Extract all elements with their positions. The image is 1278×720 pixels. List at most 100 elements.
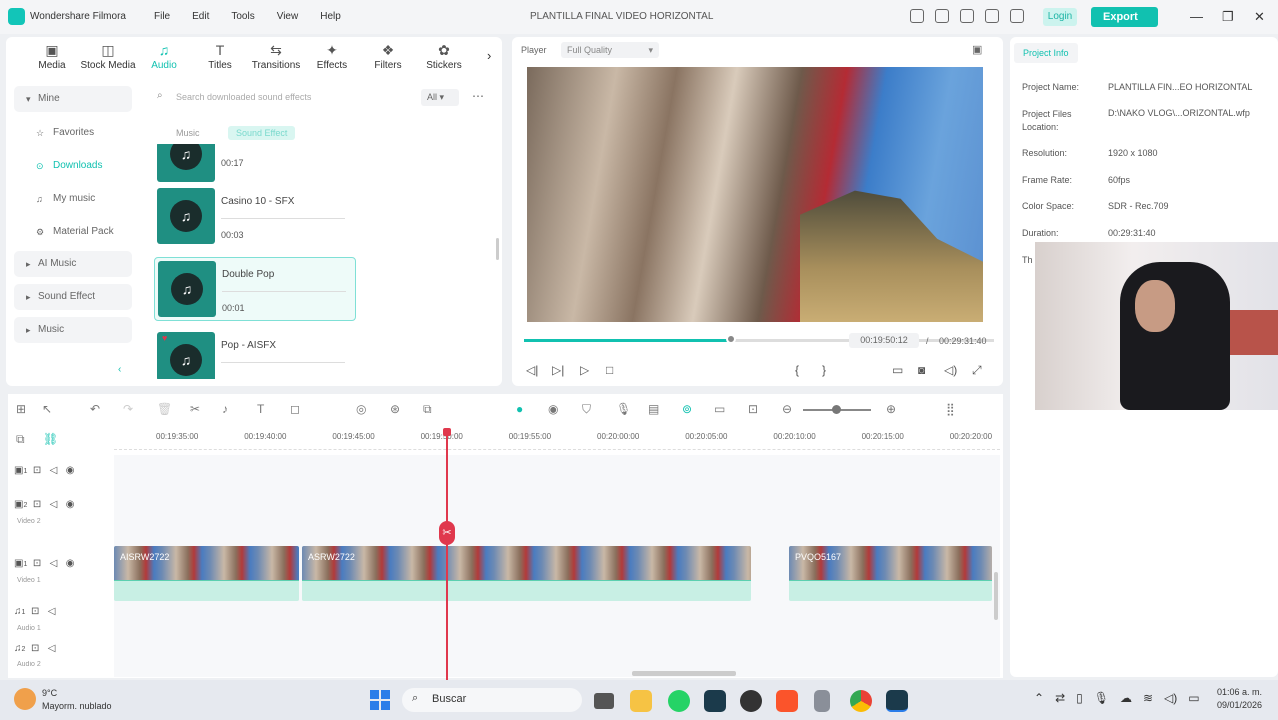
chrome-icon[interactable]: [850, 690, 872, 712]
sound-item[interactable]: ♫ Casino 10 - SFX 00:03: [154, 185, 356, 249]
select-tool-icon[interactable]: ↖: [42, 402, 52, 416]
task-view-icon[interactable]: [594, 693, 614, 709]
weather-widget[interactable]: 9°C Mayorm. nublado: [42, 687, 112, 713]
tab-effects[interactable]: ✦ Effects: [304, 42, 360, 71]
snapshot-icon[interactable]: ▣: [972, 43, 982, 56]
tab-stickers[interactable]: ✿ Stickers: [416, 42, 472, 71]
tab-transitions[interactable]: ⇆ Transitions: [248, 42, 304, 71]
tab-audio[interactable]: ♫ Audio: [136, 42, 192, 71]
eye-icon[interactable]: ◉: [66, 558, 75, 569]
menu-edit[interactable]: Edit: [192, 11, 209, 22]
volume-icon[interactable]: ◁): [1164, 691, 1177, 705]
prev-frame-icon[interactable]: ◁|: [526, 363, 538, 377]
tab-filters[interactable]: ❖ Filters: [360, 42, 416, 71]
play-reverse-icon[interactable]: ▷|: [552, 363, 564, 377]
video-clip[interactable]: AISRW2722: [114, 546, 299, 601]
sidebar-item-material-pack[interactable]: ⚙ Material Pack: [14, 218, 132, 251]
mic-icon[interactable]: 🎙: [1094, 691, 1109, 705]
tab-media[interactable]: ▣ Media: [24, 42, 80, 71]
zoom-in-icon[interactable]: ⊕: [886, 402, 896, 416]
audio-edit-icon[interactable]: ♪: [222, 402, 228, 416]
video-clip[interactable]: ASRW2722: [302, 546, 751, 601]
quality-dropdown[interactable]: Full Quality ▾: [561, 42, 659, 58]
add-track-icon[interactable]: ⧉: [16, 432, 25, 447]
scrollbar[interactable]: [496, 238, 499, 260]
mute-icon[interactable]: ◁: [50, 558, 58, 569]
pip-icon[interactable]: ▭: [714, 402, 725, 416]
ai-icon[interactable]: ◉: [548, 402, 558, 416]
stop-icon[interactable]: □: [606, 363, 613, 377]
tab-project-info[interactable]: Project Info: [1014, 43, 1078, 63]
sidebar-item-music[interactable]: ▸ Music: [14, 317, 132, 343]
camera-icon[interactable]: ◙: [918, 363, 925, 377]
sidebar-item-ai-music[interactable]: ▸ AI Music: [14, 251, 132, 277]
whatsapp-icon[interactable]: [668, 690, 690, 712]
color-icon[interactable]: ◎: [356, 402, 366, 416]
close-icon[interactable]: ✕: [1254, 9, 1265, 25]
menu-view[interactable]: View: [277, 11, 299, 22]
split-icon[interactable]: ✂: [190, 402, 200, 416]
chevron-up-icon[interactable]: ⌃: [1034, 691, 1044, 705]
restore-icon[interactable]: ❐: [1222, 9, 1234, 25]
zoom-out-icon[interactable]: ⊖: [782, 402, 792, 416]
battery-icon[interactable]: ▭: [1188, 691, 1199, 705]
filter-dropdown[interactable]: All ▾: [421, 89, 459, 106]
fit-icon[interactable]: ⊡: [748, 402, 758, 416]
playhead-handle[interactable]: [443, 428, 451, 436]
sound-item[interactable]: ♫ ♥ Pop - AISFX: [154, 329, 356, 379]
filmora-active-icon[interactable]: [886, 690, 908, 712]
tray-app-icon[interactable]: ⇄: [1055, 691, 1065, 705]
mute-icon[interactable]: ◁: [50, 499, 58, 510]
multicam-icon[interactable]: ⧉: [423, 402, 432, 417]
tray-app-icon[interactable]: ▯: [1076, 691, 1083, 705]
lock-icon[interactable]: ⊡: [33, 499, 41, 510]
gift-icon[interactable]: [1010, 9, 1024, 23]
app-icon[interactable]: [814, 690, 830, 712]
more-options-icon[interactable]: ⋯: [472, 89, 484, 103]
video-clip[interactable]: PVQO5167: [789, 546, 992, 601]
weather-icon[interactable]: [14, 688, 36, 710]
filmora-taskbar-icon[interactable]: [704, 690, 726, 712]
sidebar-item-my-music[interactable]: ♫ My music: [14, 185, 132, 218]
minimize-icon[interactable]: —: [1190, 9, 1203, 24]
eye-icon[interactable]: ◉: [66, 499, 75, 510]
taskbar-search[interactable]: ⌕ Buscar: [402, 688, 582, 712]
layout-icon[interactable]: [910, 9, 924, 23]
mark-in-icon[interactable]: {: [795, 363, 799, 377]
subtab-music[interactable]: Music: [168, 126, 208, 140]
sound-item-selected[interactable]: ♫ Double Pop 00:01: [154, 257, 356, 321]
mute-icon[interactable]: ◁: [48, 643, 56, 654]
zoom-slider-knob[interactable]: [832, 405, 841, 414]
collapse-sidebar-icon[interactable]: ‹: [118, 364, 121, 375]
lock-icon[interactable]: ⊡: [31, 606, 39, 617]
delete-icon[interactable]: 🗑: [157, 402, 172, 416]
mute-icon[interactable]: ◁: [48, 606, 56, 617]
render-icon[interactable]: ●: [516, 402, 523, 416]
mic-icon[interactable]: 🎙: [616, 402, 631, 416]
marker-icon[interactable]: ⛉: [582, 402, 591, 417]
layout-grid-icon[interactable]: ⣿: [946, 402, 955, 416]
playhead[interactable]: [446, 428, 448, 680]
sound-item[interactable]: ♫ 00:17: [154, 144, 356, 182]
speed-icon[interactable]: ⊛: [390, 402, 400, 416]
davinci-icon[interactable]: [740, 690, 762, 712]
grid-icon[interactable]: ⊞: [16, 402, 26, 416]
sidebar-item-sound-effect[interactable]: ▸ Sound Effect: [14, 284, 132, 310]
brave-icon[interactable]: [776, 690, 798, 712]
sidebar-item-favorites[interactable]: ☆ Favorites: [14, 119, 132, 152]
mute-icon[interactable]: ◁: [50, 465, 58, 476]
support-icon[interactable]: [985, 9, 999, 23]
lock-icon[interactable]: ⊡: [33, 465, 41, 476]
display-icon[interactable]: ▭: [892, 363, 903, 377]
volume-icon[interactable]: ◁): [944, 363, 957, 377]
mark-out-icon[interactable]: }: [822, 363, 826, 377]
tab-titles[interactable]: T Titles: [192, 42, 248, 71]
cloud-icon[interactable]: [960, 9, 974, 23]
file-explorer-icon[interactable]: [630, 690, 652, 712]
sidebar-item-downloads[interactable]: ⊙ Downloads: [14, 152, 132, 185]
lock-icon[interactable]: ⊡: [33, 558, 41, 569]
lock-icon[interactable]: ⊡: [31, 643, 39, 654]
link-icon[interactable]: ⛓: [43, 432, 58, 446]
crop-icon[interactable]: ◻: [290, 402, 300, 416]
eye-icon[interactable]: ◉: [66, 465, 75, 476]
